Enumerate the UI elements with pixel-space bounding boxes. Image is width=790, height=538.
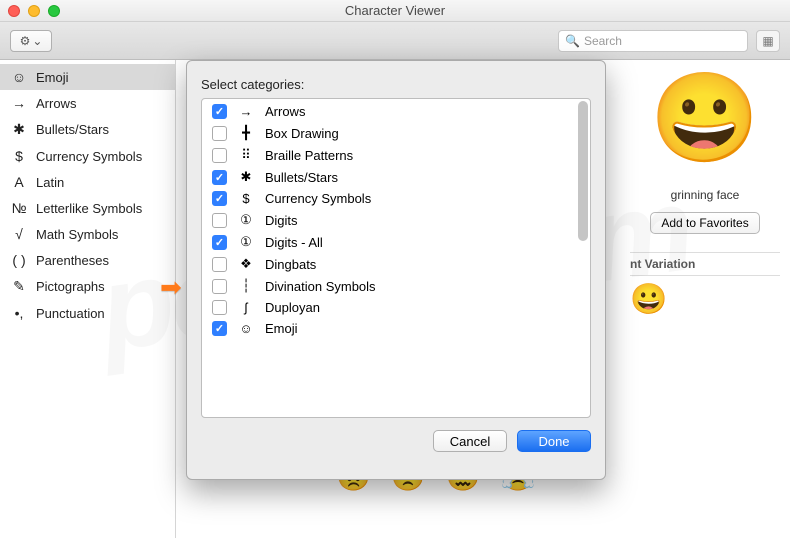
sidebar-item-parentheses[interactable]: ( ) Parentheses [0, 247, 175, 273]
category-icon: $ [10, 148, 28, 164]
checkbox[interactable] [212, 257, 227, 272]
category-row[interactable]: ʃ Duployan [202, 297, 590, 318]
category-icon: ╋ [237, 125, 255, 141]
add-to-favorites-button[interactable]: Add to Favorites [650, 212, 759, 234]
sidebar-item-latin[interactable]: A Latin [0, 169, 175, 195]
search-input[interactable]: 🔍 Search [558, 30, 748, 52]
category-label: Digits - All [265, 235, 323, 250]
category-icon: → [237, 104, 255, 119]
category-label: Currency Symbols [265, 191, 371, 206]
category-icon: ( ) [10, 252, 28, 268]
gear-icon: ⚙ [20, 34, 31, 48]
category-label: Dingbats [265, 257, 316, 272]
sidebar-item-emoji[interactable]: ☺ Emoji [0, 64, 175, 90]
category-icon: ☺ [237, 321, 255, 336]
preview-name: grinning face [630, 188, 780, 202]
sidebar: ☺ Emoji → Arrows ✱ Bullets/Stars $ Currency Sym… [0, 60, 176, 538]
sidebar-item-label: Punctuation [36, 306, 105, 321]
sidebar-item-letterlike-symbols[interactable]: № Letterlike Symbols [0, 195, 175, 221]
category-row[interactable]: ⠿ Braille Patterns [202, 144, 590, 166]
category-row[interactable]: ╋ Box Drawing [202, 122, 590, 144]
checkbox[interactable] [212, 126, 227, 141]
checkbox[interactable] [212, 321, 227, 336]
sidebar-item-label: Math Symbols [36, 227, 118, 242]
titlebar: Character Viewer [0, 0, 790, 22]
sidebar-item-label: Pictographs [36, 279, 105, 294]
toolbar: ⚙ ⌄ 🔍 Search ▦ [0, 22, 790, 60]
category-icon: ✎ [10, 278, 28, 295]
category-row[interactable]: $ Currency Symbols [202, 188, 590, 209]
variation-emoji: 😀 [630, 282, 780, 317]
category-icon: ┆ [237, 278, 255, 294]
sheet-heading: Select categories: [201, 77, 591, 92]
grid-toggle-button[interactable]: ▦ [756, 30, 780, 52]
annotation-arrow-icon: ➡ [160, 272, 182, 303]
checkbox[interactable] [212, 170, 227, 185]
category-label: Arrows [265, 104, 305, 119]
sidebar-item-label: Latin [36, 175, 64, 190]
settings-button[interactable]: ⚙ ⌄ [10, 30, 52, 52]
preview-panel: 😀 grinning face Add to Favorites nt Vari… [620, 60, 790, 331]
grid-icon: ▦ [762, 34, 773, 48]
sidebar-item-currency-symbols[interactable]: $ Currency Symbols [0, 143, 175, 169]
category-icon: ⠿ [237, 147, 255, 163]
sidebar-item-label: Letterlike Symbols [36, 201, 142, 216]
sidebar-item-label: Emoji [36, 70, 69, 85]
chevron-down-icon: ⌄ [32, 34, 42, 48]
category-row[interactable]: ┆ Divination Symbols [202, 275, 590, 297]
sidebar-item-label: Arrows [36, 96, 76, 111]
variation-heading: nt Variation [630, 252, 780, 276]
category-icon: $ [237, 191, 255, 206]
sidebar-item-math-symbols[interactable]: √ Math Symbols [0, 221, 175, 247]
category-row[interactable]: ① Digits [202, 209, 590, 231]
category-icon: № [10, 200, 28, 216]
category-icon: ✱ [237, 169, 255, 185]
category-icon: ʃ [237, 300, 255, 315]
category-row[interactable]: ☺ Emoji [202, 318, 590, 339]
sidebar-item-punctuation[interactable]: •, Punctuation [0, 300, 175, 326]
category-label: Divination Symbols [265, 279, 376, 294]
category-icon: A [10, 174, 28, 190]
done-button[interactable]: Done [517, 430, 591, 452]
cancel-button[interactable]: Cancel [433, 430, 507, 452]
checkbox[interactable] [212, 279, 227, 294]
category-icon: √ [10, 226, 28, 242]
category-icon: → [10, 95, 28, 111]
checkbox[interactable] [212, 235, 227, 250]
search-placeholder: Search [584, 34, 622, 48]
checkbox[interactable] [212, 300, 227, 315]
sidebar-item-bullets-stars[interactable]: ✱ Bullets/Stars [0, 116, 175, 143]
sidebar-item-pictographs[interactable]: ✎ Pictographs [0, 273, 175, 300]
category-label: Bullets/Stars [265, 170, 338, 185]
category-icon: ☺ [10, 69, 28, 85]
category-label: Braille Patterns [265, 148, 353, 163]
scrollbar[interactable] [578, 101, 588, 241]
checkbox[interactable] [212, 191, 227, 206]
sidebar-item-label: Currency Symbols [36, 149, 142, 164]
category-row[interactable]: ✱ Bullets/Stars [202, 166, 590, 188]
category-row[interactable]: → Arrows [202, 101, 590, 122]
category-label: Box Drawing [265, 126, 339, 141]
category-label: Duployan [265, 300, 320, 315]
category-icon: ✱ [10, 121, 28, 138]
sidebar-item-arrows[interactable]: → Arrows [0, 90, 175, 116]
category-label: Emoji [265, 321, 298, 336]
category-icon: •, [10, 305, 28, 321]
categories-sheet: Select categories: → Arrows ╋ Box Drawing ⠿ B… [186, 60, 606, 480]
category-icon: ❖ [237, 256, 255, 272]
sidebar-item-label: Parentheses [36, 253, 109, 268]
checkbox[interactable] [212, 213, 227, 228]
category-label: Digits [265, 213, 298, 228]
preview-emoji: 😀 [630, 74, 780, 162]
search-icon: 🔍 [565, 34, 580, 48]
category-icon: ① [237, 212, 255, 228]
sidebar-item-label: Bullets/Stars [36, 122, 109, 137]
checkbox[interactable] [212, 148, 227, 163]
checkbox[interactable] [212, 104, 227, 119]
category-row[interactable]: ① Digits - All [202, 231, 590, 253]
category-row[interactable]: ❖ Dingbats [202, 253, 590, 275]
category-list[interactable]: → Arrows ╋ Box Drawing ⠿ Braille Patterns ✱ Bul… [201, 98, 591, 418]
category-icon: ① [237, 234, 255, 250]
window-title: Character Viewer [0, 3, 790, 18]
